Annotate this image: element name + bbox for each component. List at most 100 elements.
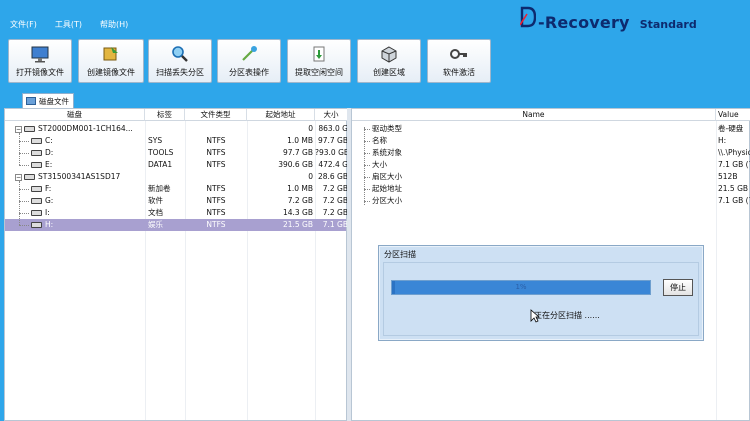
- table-row[interactable]: − ST31500341AS1SD17 0 28.6 GB: [5, 171, 348, 183]
- drive-icon: [31, 222, 42, 228]
- start-cell: 7.2 GB: [287, 196, 313, 205]
- open-image-button[interactable]: 打开镜像文件: [8, 39, 72, 83]
- table-row[interactable]: F: 新加卷 NTFS 1.0 MB 7.2 GB: [5, 183, 348, 195]
- header-start[interactable]: 起始地址: [247, 109, 315, 121]
- table-row[interactable]: I: 文档 NTFS 14.3 GB 7.2 GB: [5, 207, 348, 219]
- drive-icon: [31, 198, 42, 204]
- property-row[interactable]: 分区大小 7.1 GB (76: [352, 195, 750, 207]
- label-cell: 文档: [148, 208, 163, 217]
- fs-cell: [185, 171, 247, 183]
- menu-tools[interactable]: 工具(T): [55, 19, 82, 30]
- tree-connector: [19, 153, 29, 154]
- label-cell: SYS: [148, 136, 163, 145]
- menu-file[interactable]: 文件(F): [10, 19, 37, 30]
- drive-icon: [31, 162, 42, 168]
- drive-icon: [24, 174, 35, 180]
- create-region-button[interactable]: 创建区域: [357, 39, 421, 83]
- tree-connector: [19, 189, 29, 190]
- property-name: 驱动类型: [372, 124, 402, 133]
- fs-cell: NTFS: [206, 160, 226, 169]
- scan-lost-partition-button[interactable]: 扫描丢失分区: [148, 39, 212, 83]
- collapse-icon[interactable]: −: [15, 173, 22, 181]
- magnifier-icon: [169, 44, 191, 64]
- header-name[interactable]: Name: [352, 109, 716, 121]
- tree-connector: [364, 141, 370, 142]
- property-row[interactable]: 名称 H:: [352, 135, 749, 147]
- dialog-body: 1% 停止 正在分区扫描 ......: [383, 262, 699, 336]
- property-row[interactable]: 系统对象 \\.\Physic: [352, 147, 750, 159]
- disk-name: ST2000DM001-1CH164...: [38, 124, 133, 133]
- disk-cell: H:: [31, 219, 145, 231]
- tab-disk-files-label: 磁盘文件: [39, 96, 69, 106]
- disk-cell: I:: [31, 207, 145, 219]
- property-value: 21.5 GB (2: [718, 184, 750, 193]
- disk-name: H:: [45, 220, 54, 229]
- start-cell: 97.7 GB: [282, 148, 313, 157]
- header-filetype[interactable]: 文件类型: [185, 109, 247, 121]
- logo-d-icon: [520, 6, 536, 28]
- menu-help[interactable]: 帮助(H): [100, 19, 128, 30]
- disk-cell: − ST31500341AS1SD17: [15, 171, 145, 183]
- label-cell: DATA1: [148, 160, 173, 169]
- table-row[interactable]: C: SYS NTFS 1.0 MB 97.7 GB: [5, 135, 348, 147]
- size-cell: 863.0 G: [318, 124, 348, 133]
- table-row[interactable]: G: 软件 NTFS 7.2 GB 7.2 GB: [5, 195, 348, 207]
- partition-table-button[interactable]: 分区表操作: [217, 39, 281, 83]
- tree-connector: [364, 165, 370, 166]
- extract-free-space-button[interactable]: 提取空闲空间: [287, 39, 351, 83]
- logo-text: -Recovery: [538, 13, 630, 32]
- fs-cell: NTFS: [206, 196, 226, 205]
- tab-disk-files[interactable]: 磁盘文件: [22, 93, 74, 108]
- header-size[interactable]: 大小: [315, 109, 348, 121]
- disk-name: D:: [45, 148, 54, 157]
- collapse-icon[interactable]: −: [15, 125, 22, 133]
- table-row[interactable]: H: 娱乐 NTFS 21.5 GB 7.1 GB: [5, 219, 348, 231]
- table-row[interactable]: E: DATA1 NTFS 390.6 GB 472.4 G: [5, 159, 348, 171]
- title-bar: 文件(F) 工具(T) 帮助(H) -Recovery Standard: [0, 0, 750, 36]
- create-image-button[interactable]: 创建镜像文件: [78, 39, 144, 83]
- size-cell: ?93.0 GB: [315, 148, 348, 157]
- property-row[interactable]: 扇区大小 512B: [352, 171, 749, 183]
- toolbar: 打开镜像文件 创建镜像文件 扫描丢失分区 分区表操作 提取空闲空间 创建区域 软…: [0, 36, 750, 86]
- property-name: 分区大小: [372, 196, 402, 205]
- disk-cell: D:: [31, 147, 145, 159]
- progress-percent: 1%: [515, 283, 527, 291]
- start-cell: 21.5 GB: [282, 220, 313, 229]
- tree-connector: [364, 201, 370, 202]
- property-name: 扇区大小: [372, 172, 402, 181]
- tab-strip: 磁盘文件: [0, 90, 750, 108]
- disk-name: ST31500341AS1SD17: [38, 172, 121, 181]
- disk-name: C:: [45, 136, 53, 145]
- activate-software-button[interactable]: 软件激活: [427, 39, 491, 83]
- property-name: 系统对象: [372, 148, 402, 157]
- menu-bar: 文件(F) 工具(T) 帮助(H): [10, 19, 128, 30]
- disk-cell: C:: [31, 135, 145, 147]
- create-image-label: 创建镜像文件: [87, 68, 135, 77]
- scan-status-text: 正在分区扫描 ......: [534, 311, 600, 320]
- property-value: \\.\Physic: [718, 148, 750, 157]
- property-row[interactable]: 驱动类型 卷-硬盘: [352, 123, 749, 135]
- property-row[interactable]: 大小 7.1 GB (76: [352, 159, 750, 171]
- property-row[interactable]: 起始地址 21.5 GB (2: [352, 183, 750, 195]
- property-name: 大小: [372, 160, 387, 169]
- table-row[interactable]: D: TOOLS NTFS 97.7 GB ?93.0 GB: [5, 147, 348, 159]
- logo-edition: Standard: [639, 18, 697, 31]
- label-cell: 娱乐: [148, 220, 163, 229]
- table-row[interactable]: − ST2000DM001-1CH164... 0 863.0 G: [5, 123, 348, 135]
- disk-cell: F:: [31, 183, 145, 195]
- tree-connector: [19, 133, 20, 165]
- fs-cell: [185, 123, 247, 135]
- property-name: 起始地址: [372, 184, 402, 193]
- activate-software-label: 软件激活: [443, 68, 475, 77]
- tree-connector: [19, 141, 29, 142]
- drive-icon: [31, 186, 42, 192]
- size-cell: 97.7 GB: [317, 136, 348, 145]
- disk-name: G:: [45, 196, 54, 205]
- header-label[interactable]: 标签: [145, 109, 185, 121]
- dialog-title: 分区扫描: [384, 250, 416, 259]
- fs-cell: NTFS: [206, 184, 226, 193]
- header-disk[interactable]: 磁盘: [5, 109, 145, 121]
- stop-button[interactable]: 停止: [663, 279, 693, 296]
- start-cell: 390.6 GB: [278, 160, 313, 169]
- header-value[interactable]: Value: [716, 109, 750, 121]
